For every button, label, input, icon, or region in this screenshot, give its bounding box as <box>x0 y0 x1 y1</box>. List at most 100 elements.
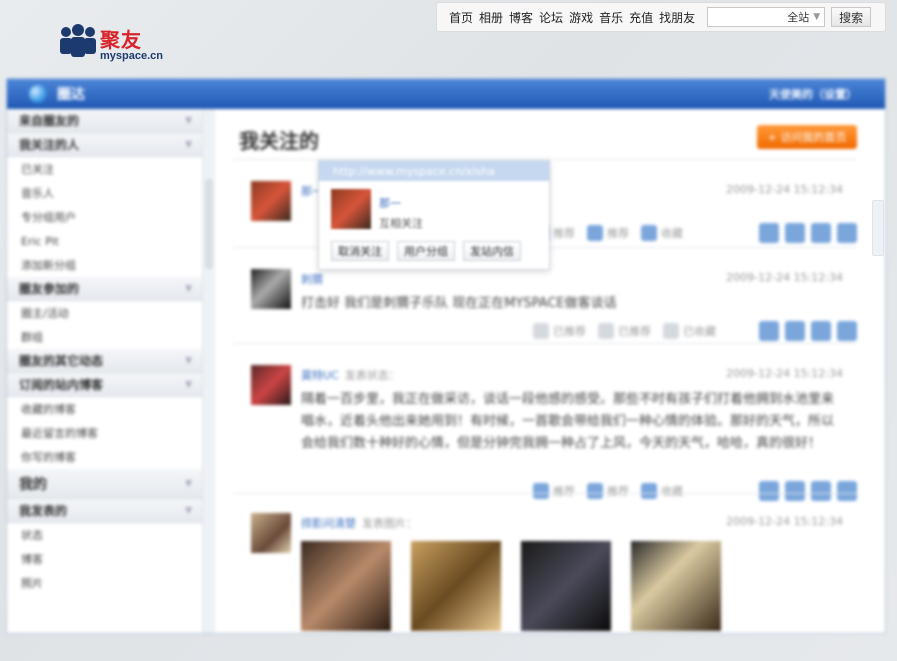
user-group-button[interactable]: 用户分组 <box>397 241 455 261</box>
sidebar-item[interactable]: Eric Pit <box>7 229 202 253</box>
sidebar: 来自圈友的 ▼ 我关注的人 ▼ 已关注 音乐人 专分组用户 Eric Pit 添加新分组 圈友参加… <box>7 109 203 633</box>
favorite-action[interactable]: 收藏 <box>641 225 683 241</box>
feed-time: 2009-12-24 15:12:34 <box>726 271 843 284</box>
visit-homepage-button[interactable]: + 访问我的首页 <box>757 125 857 149</box>
sidebar-section-label: 来自圈友的 <box>19 114 80 128</box>
sidebar-item[interactable]: 博客 <box>7 547 202 571</box>
share-action[interactable]: 推荐 <box>587 483 629 499</box>
sidebar-section-header[interactable]: 来自圈友的 ▼ <box>7 109 202 133</box>
sidebar-item[interactable]: 添加新分组 <box>7 253 202 277</box>
share-icon <box>587 225 603 241</box>
heart-icon[interactable] <box>811 223 831 243</box>
nav-games[interactable]: 游戏 <box>569 9 593 26</box>
sidebar-item[interactable]: 专分组用户 <box>7 205 202 229</box>
collapse-handle[interactable] <box>872 200 884 256</box>
sidebar-item[interactable]: 你写的博客 <box>7 445 202 469</box>
thumb-up-icon <box>533 323 549 339</box>
sidebar-item[interactable]: 圈主/活动 <box>7 301 202 325</box>
search-scope-select[interactable]: 全站 ▼ <box>707 7 826 27</box>
sidebar-section-header[interactable]: 圈友的其它动态 ▼ <box>7 349 202 373</box>
user-settings-link[interactable]: 天使美的（设置） <box>769 86 857 102</box>
chevron-down-icon: ▼ <box>185 478 192 489</box>
site-logo[interactable]: 聚友 myspace.cn <box>58 24 168 66</box>
reply-icon[interactable] <box>759 321 779 341</box>
unfollow-button[interactable]: 取消关注 <box>331 241 389 261</box>
share-action[interactable]: 已推荐 <box>598 323 651 339</box>
nav-forum[interactable]: 论坛 <box>539 9 563 26</box>
photo-thumbnail[interactable] <box>631 541 721 631</box>
more-icon[interactable] <box>837 481 857 501</box>
nav-recharge[interactable]: 充值 <box>629 9 653 26</box>
sidebar-section-header[interactable]: 我发表的 ▼ <box>7 499 202 523</box>
share-icon <box>598 323 614 339</box>
divider <box>233 493 857 494</box>
sidebar-section-header[interactable]: 我的 ▼ <box>7 469 202 499</box>
panel-titlebar: 圈达 天使美的（设置） <box>7 79 885 109</box>
scrollbar-thumb[interactable] <box>205 179 213 269</box>
feed-item: 莫特UC 发表状态： 2009-12-24 15:12:34 隔着一百步里，我正在… <box>233 365 857 501</box>
avatar[interactable] <box>251 365 291 405</box>
share-action[interactable]: 推荐 <box>587 225 629 241</box>
chevron-down-icon: ▼ <box>185 139 192 150</box>
nav-music[interactable]: 音乐 <box>599 9 623 26</box>
search-button[interactable]: 搜索 <box>831 7 872 27</box>
popup-url[interactable]: http://www.myspace.cn/xisha <box>319 161 549 181</box>
photo-thumbnail[interactable] <box>521 541 611 631</box>
send-message-button[interactable]: 发站内信 <box>463 241 521 261</box>
recommend-action[interactable]: 已推荐 <box>533 323 586 339</box>
page-title: 我关注的 <box>239 129 319 153</box>
heart-icon[interactable] <box>811 481 831 501</box>
sidebar-section-header[interactable]: 订阅的站内博客 ▼ <box>7 373 202 397</box>
avatar[interactable] <box>251 181 291 221</box>
forward-icon[interactable] <box>785 481 805 501</box>
photo-thumbnail[interactable] <box>301 541 391 631</box>
favorite-action[interactable]: 已收藏 <box>663 323 716 339</box>
sidebar-item[interactable]: 状态 <box>7 523 202 547</box>
feed-author-name[interactable]: 莫特UC <box>301 369 339 382</box>
avatar[interactable] <box>251 269 291 309</box>
sidebar-item[interactable]: 音乐人 <box>7 181 202 205</box>
search-scope-value: 全站 <box>787 11 810 24</box>
feed-actions: 已推荐 已推荐 已收藏 <box>533 323 728 339</box>
forward-icon[interactable] <box>785 321 805 341</box>
avatar[interactable] <box>331 189 371 229</box>
logo-text-cn: 聚友 <box>100 28 142 52</box>
sidebar-section-label: 我的 <box>19 476 47 493</box>
reply-icon[interactable] <box>759 223 779 243</box>
photo-thumbnail[interactable] <box>411 541 501 631</box>
feed-action-label: 发表状态： <box>344 369 400 382</box>
nav-find-friends[interactable]: 找朋友 <box>659 9 695 26</box>
avatar[interactable] <box>251 513 291 553</box>
feed-item: 捞影问清楚 发表图片： 2009-12-24 15:12:34 <box>233 513 857 643</box>
feed-author[interactable]: 刺猬 <box>301 271 323 287</box>
more-icon[interactable] <box>837 223 857 243</box>
more-icon[interactable] <box>837 321 857 341</box>
feed-tools <box>753 223 857 243</box>
sidebar-section-label: 圈友的其它动态 <box>19 354 104 368</box>
sidebar-item[interactable]: 照片 <box>7 571 202 595</box>
nav-home[interactable]: 首页 <box>449 9 473 26</box>
sidebar-item[interactable]: 群组 <box>7 325 202 349</box>
sidebar-section-header[interactable]: 我关注的人 ▼ <box>7 133 202 157</box>
feed-author: 捞影问清楚 发表图片： <box>301 515 417 531</box>
sidebar-section-label: 圈友参加的 <box>19 282 80 296</box>
nav-blog[interactable]: 博客 <box>509 9 533 26</box>
sidebar-item[interactable]: 最近留言的博客 <box>7 421 202 445</box>
sidebar-section-label: 订阅的站内博客 <box>19 378 104 392</box>
heart-icon[interactable] <box>811 321 831 341</box>
sidebar-scrollbar[interactable] <box>203 109 215 633</box>
reply-icon[interactable] <box>759 481 779 501</box>
sidebar-section-label: 我关注的人 <box>19 138 80 152</box>
favorite-action[interactable]: 收藏 <box>641 483 683 499</box>
popup-user-name[interactable]: 那一 <box>379 195 401 211</box>
sidebar-section-header[interactable]: 圈友参加的 ▼ <box>7 277 202 301</box>
chevron-down-icon: ▼ <box>185 505 192 516</box>
sidebar-item[interactable]: 收藏的博客 <box>7 397 202 421</box>
star-icon <box>641 483 657 499</box>
sidebar-item[interactable]: 已关注 <box>7 157 202 181</box>
feed-author-name[interactable]: 捞影问清楚 <box>301 517 356 530</box>
forward-icon[interactable] <box>785 223 805 243</box>
globe-icon <box>29 85 47 103</box>
nav-album[interactable]: 相册 <box>479 9 503 26</box>
recommend-action[interactable]: 推荐 <box>533 483 575 499</box>
